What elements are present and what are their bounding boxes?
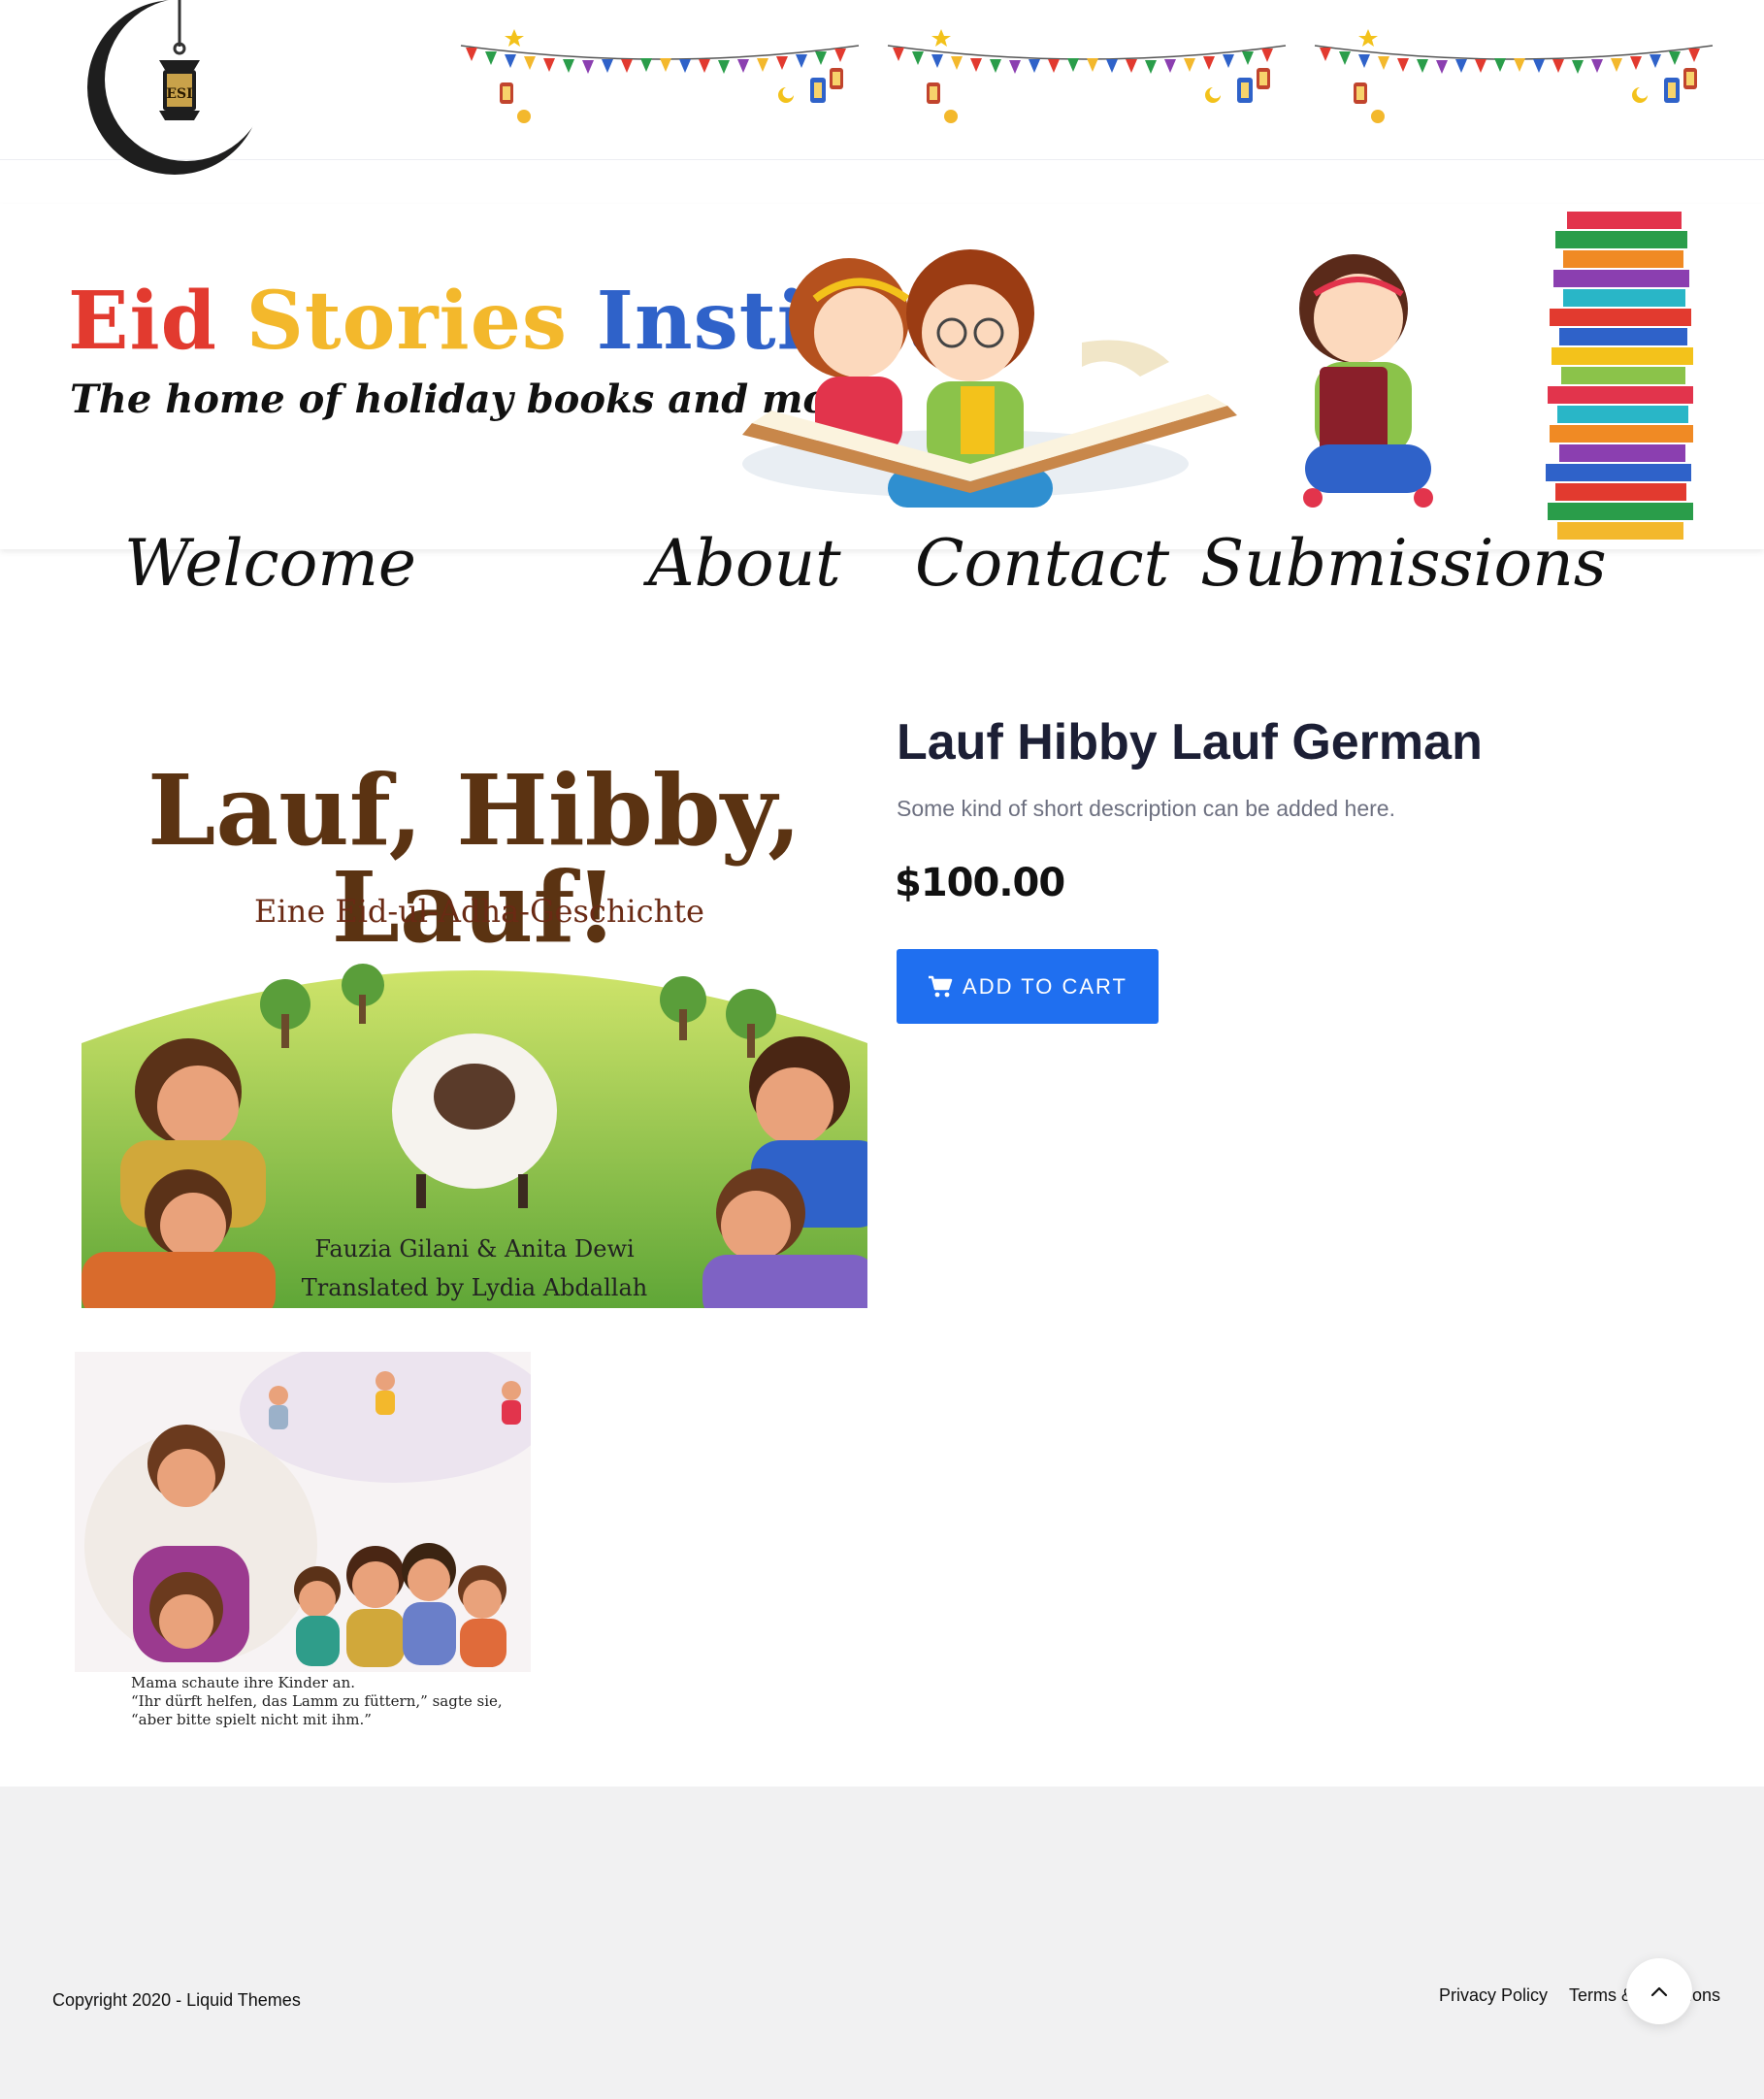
product-short-description: Some kind of short description can be ad… [897,796,1395,821]
site-logo[interactable]: ESI [78,0,281,180]
festive-garland-decoration [1314,29,1714,123]
product-price: $100.00 [895,861,1065,905]
festive-garland-decoration [460,29,860,123]
copyright-text: Copyright 2020 - Liquid Themes [52,1990,301,2010]
crescent-lantern-icon: ESI [87,0,262,175]
nav-item-submissions[interactable]: Submissions [1200,532,1607,596]
festive-garland-decoration [887,29,1287,123]
thumbnail-caption-line: Mama schaute ihre Kinder an. [131,1674,355,1691]
svg-text:ESI: ESI [166,86,192,102]
kids-reading-illustration [742,212,1693,540]
brand-title-word: Eid [68,275,217,368]
story-page-illustration [75,1352,531,1672]
cover-subtitle: Eine Eid-ul-Adha-Geschichte [254,893,704,930]
product-thumbnail[interactable]: Mama schaute ihre Kinder an. “Ihr dürft … [75,1352,531,1735]
header-banner: Eid Stories Institute The home of holida… [0,204,1764,549]
add-to-cart-button[interactable]: ADD TO CART [897,949,1159,1024]
site-footer: Copyright 2020 - Liquid Themes Privacy P… [0,1787,1764,2099]
product-main-image[interactable]: Lauf, Hibby, Lauf! Eine Eid-ul-Adha-Gesc… [82,723,867,1308]
nav-item-welcome[interactable]: Welcome [124,532,416,596]
cart-icon [929,975,953,997]
thumbnail-caption-line: “Ihr dürft helfen, das Lamm zu füttern,”… [131,1692,503,1710]
nav-item-about[interactable]: About [648,532,841,596]
product-title: Lauf Hibby Lauf German [897,714,1483,771]
privacy-policy-link[interactable]: Privacy Policy [1439,1985,1548,2006]
brand-title-word: Stories [245,275,569,368]
chevron-up-icon [1650,1986,1668,1997]
nav-item-contact[interactable]: Contact [915,532,1169,596]
cover-authors: Fauzia Gilani & Anita Dewi [314,1235,635,1263]
cover-translator: Translated by Lydia Abdallah [301,1274,648,1301]
thumbnail-caption-line: “aber bitte spielt nicht mit ihm.” [131,1711,372,1728]
add-to-cart-label: ADD TO CART [963,973,1127,999]
back-to-top-button[interactable] [1626,1958,1692,2024]
